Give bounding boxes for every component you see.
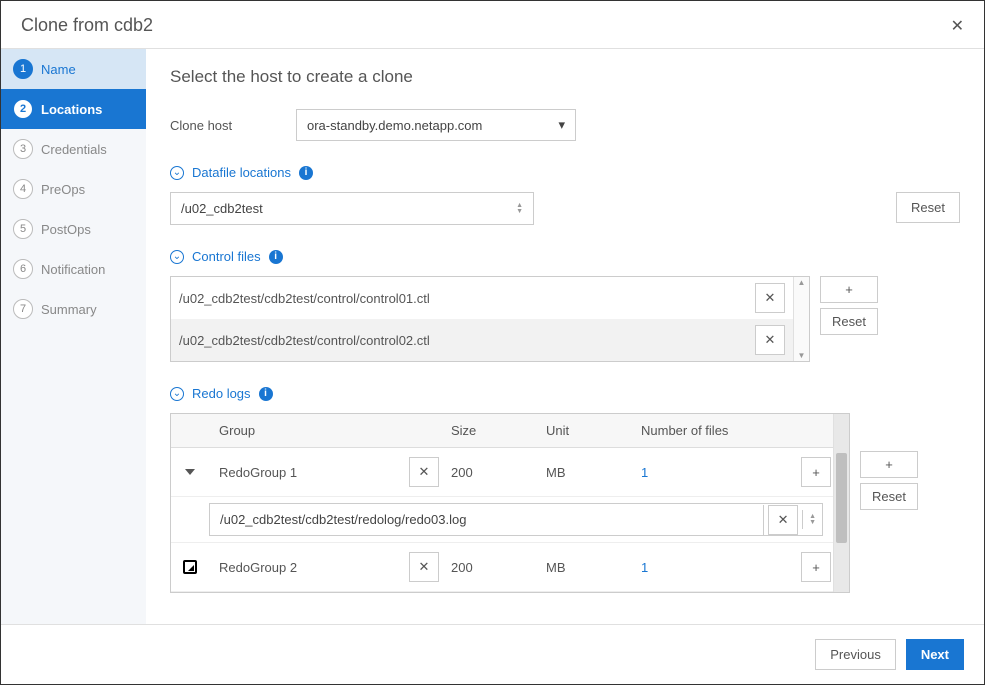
th-group: Group	[209, 414, 399, 447]
control-section-header[interactable]: ⌄ Control files i	[170, 249, 960, 264]
section-title: Datafile locations	[192, 165, 291, 180]
next-button[interactable]: Next	[906, 639, 964, 670]
step-number: 5	[13, 219, 33, 239]
redo-file-path: /u02_cdb2test/cdb2test/redolog/redo03.lo…	[210, 504, 763, 535]
scroll-thumb[interactable]	[836, 453, 847, 543]
datafile-section-header[interactable]: ⌄ Datafile locations i	[170, 165, 960, 180]
size-value[interactable]: 200	[441, 556, 536, 579]
file-count[interactable]: 1	[631, 556, 791, 579]
redo-group-row[interactable]: RedoGroup 2 ✕ 200 MB 1 +	[171, 543, 833, 592]
control-files-list: /u02_cdb2test/cdb2test/control/control01…	[170, 276, 810, 362]
redo-add-button[interactable]: +	[860, 451, 918, 478]
unit-value[interactable]: MB	[536, 556, 631, 579]
step-credentials[interactable]: 3 Credentials	[1, 129, 146, 169]
redo-file-row: /u02_cdb2test/cdb2test/redolog/redo03.lo…	[171, 497, 833, 543]
step-preops[interactable]: 4 PreOps	[1, 169, 146, 209]
clone-dialog: Clone from cdb2 ✕ 1 Name 2 Locations 3 C…	[0, 0, 985, 685]
step-label: Summary	[41, 302, 97, 317]
step-label: PreOps	[41, 182, 85, 197]
collapse-icon: ⌄	[170, 387, 184, 401]
clone-host-value: ora-standby.demo.netapp.com	[307, 118, 482, 133]
step-number: 1	[13, 59, 33, 79]
step-number: 3	[13, 139, 33, 159]
add-button[interactable]: +	[801, 457, 831, 487]
expand-toggle[interactable]	[171, 469, 209, 475]
remove-button[interactable]: ✕	[409, 552, 439, 582]
step-locations[interactable]: 2 Locations	[1, 89, 146, 129]
datafile-path-input[interactable]: /u02_cdb2test ▲▼	[170, 192, 534, 225]
redo-section-header[interactable]: ⌄ Redo logs i	[170, 386, 960, 401]
control-file-item[interactable]: /u02_cdb2test/cdb2test/control/control02…	[171, 319, 793, 361]
control-file-path: /u02_cdb2test/cdb2test/control/control02…	[179, 333, 747, 348]
redo-row: Group Size Unit Number of files RedoGrou…	[170, 413, 960, 593]
clone-host-row: Clone host ora-standby.demo.netapp.com ▾	[170, 109, 960, 141]
group-name: RedoGroup 2	[209, 556, 399, 579]
section-title: Control files	[192, 249, 261, 264]
previous-button[interactable]: Previous	[815, 639, 896, 670]
redo-file-input[interactable]: /u02_cdb2test/cdb2test/redolog/redo03.lo…	[209, 503, 823, 536]
scrollbar[interactable]: ▲▼	[793, 277, 809, 361]
step-number: 6	[13, 259, 33, 279]
dialog-title: Clone from cdb2	[21, 15, 153, 36]
chevron-down-icon: ▾	[558, 117, 565, 133]
step-label: Notification	[41, 262, 105, 277]
clone-host-select[interactable]: ora-standby.demo.netapp.com ▾	[296, 109, 576, 141]
step-number: 7	[13, 299, 33, 319]
datafile-row: /u02_cdb2test ▲▼ Reset	[170, 192, 960, 225]
step-label: PostOps	[41, 222, 91, 237]
expand-box-icon	[183, 560, 197, 574]
expand-toggle[interactable]	[171, 560, 209, 574]
redo-reset-button[interactable]: Reset	[860, 483, 918, 510]
th-num: Number of files	[631, 414, 791, 447]
spinner-icon[interactable]: ▲▼	[516, 203, 523, 214]
datafile-reset-button[interactable]: Reset	[896, 192, 960, 223]
control-row: /u02_cdb2test/cdb2test/control/control01…	[170, 276, 960, 362]
step-label: Name	[41, 62, 76, 77]
redo-table: Group Size Unit Number of files RedoGrou…	[170, 413, 850, 593]
step-label: Credentials	[41, 142, 107, 157]
spinner-icon[interactable]: ▲▼	[809, 514, 816, 525]
th-size: Size	[441, 414, 536, 447]
group-name: RedoGroup 1	[209, 461, 399, 484]
table-header: Group Size Unit Number of files	[171, 414, 833, 448]
remove-button[interactable]: ✕	[755, 283, 785, 313]
step-postops[interactable]: 5 PostOps	[1, 209, 146, 249]
control-add-button[interactable]: +	[820, 276, 878, 303]
collapse-icon: ⌄	[170, 166, 184, 180]
remove-button[interactable]: ✕	[755, 325, 785, 355]
unit-value[interactable]: MB	[536, 461, 631, 484]
collapse-icon: ⌄	[170, 250, 184, 264]
info-icon[interactable]: i	[259, 387, 273, 401]
triangle-down-icon	[185, 469, 195, 475]
size-value[interactable]: 200	[441, 461, 536, 484]
page-title: Select the host to create a clone	[170, 67, 960, 87]
datafile-path: /u02_cdb2test	[181, 201, 263, 216]
info-icon[interactable]: i	[269, 250, 283, 264]
wizard-sidebar: 1 Name 2 Locations 3 Credentials 4 PreOp…	[1, 49, 146, 624]
th-unit: Unit	[536, 414, 631, 447]
control-file-item[interactable]: /u02_cdb2test/cdb2test/control/control01…	[171, 277, 793, 319]
wizard-content: Select the host to create a clone Clone …	[146, 49, 984, 624]
file-count[interactable]: 1	[631, 461, 791, 484]
redo-group-row[interactable]: RedoGroup 1 ✕ 200 MB 1 +	[171, 448, 833, 497]
dialog-footer: Previous Next	[1, 624, 984, 684]
step-name[interactable]: 1 Name	[1, 49, 146, 89]
step-number: 2	[13, 99, 33, 119]
close-icon[interactable]: ✕	[951, 16, 964, 36]
remove-button[interactable]: ✕	[768, 505, 798, 535]
dialog-header: Clone from cdb2 ✕	[1, 1, 984, 49]
step-label: Locations	[41, 102, 102, 117]
section-title: Redo logs	[192, 386, 251, 401]
scrollbar[interactable]	[833, 414, 849, 592]
step-notification[interactable]: 6 Notification	[1, 249, 146, 289]
control-file-path: /u02_cdb2test/cdb2test/control/control01…	[179, 291, 747, 306]
info-icon[interactable]: i	[299, 166, 313, 180]
dialog-body: 1 Name 2 Locations 3 Credentials 4 PreOp…	[1, 49, 984, 624]
remove-button[interactable]: ✕	[409, 457, 439, 487]
add-button[interactable]: +	[801, 552, 831, 582]
step-summary[interactable]: 7 Summary	[1, 289, 146, 329]
control-reset-button[interactable]: Reset	[820, 308, 878, 335]
clone-host-label: Clone host	[170, 118, 280, 133]
step-number: 4	[13, 179, 33, 199]
